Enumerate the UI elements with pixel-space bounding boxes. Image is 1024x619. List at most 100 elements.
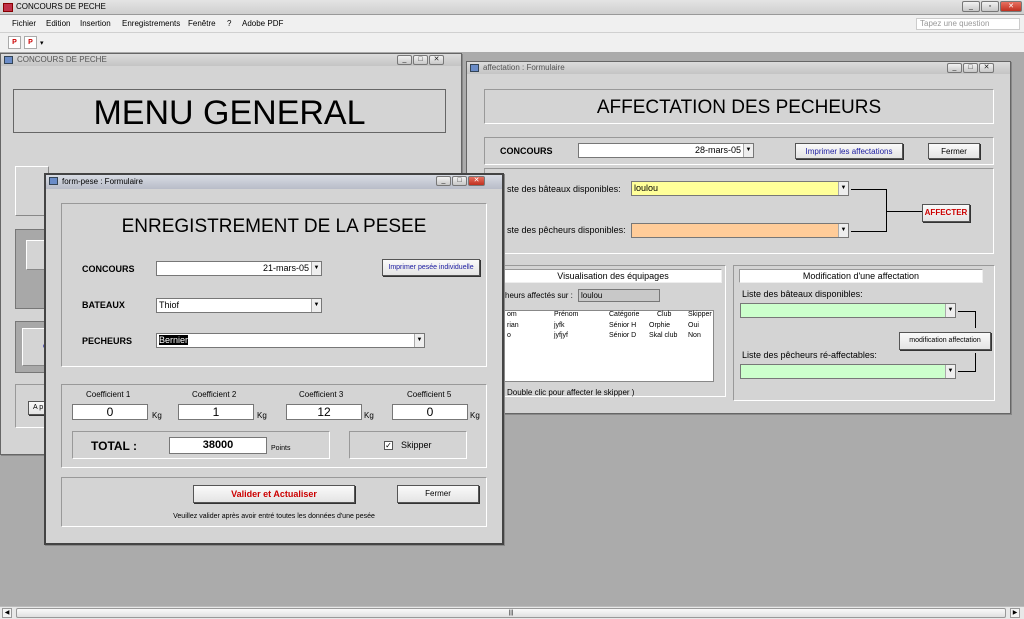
- menu-general-heading-box: MENU GENERAL: [13, 89, 446, 133]
- boats-select[interactable]: loulou ▼: [631, 181, 849, 196]
- app-titlebar: CONCOURS DE PECHE _ ▫ ✕: [0, 0, 1024, 15]
- affectation-selection-box: ste des bâteaux disponibles: loulou ▼ ste…: [484, 168, 994, 254]
- visualisation-title: Visualisation des équipages: [504, 269, 722, 283]
- bateaux-label: BATEAUX: [82, 300, 125, 310]
- affectation-window: affectation : Formulaire _ □ ✕ AFFECTATION…: [466, 61, 1011, 414]
- menu-fichier[interactable]: Fichier: [12, 19, 36, 28]
- close-icon[interactable]: ✕: [429, 55, 444, 65]
- coef-label-5: Coefficient 5: [407, 390, 452, 399]
- column-header[interactable]: Prénom: [554, 311, 579, 318]
- affecter-button[interactable]: AFFECTER: [922, 204, 970, 222]
- coef-input-5[interactable]: 0: [392, 404, 468, 420]
- column-header[interactable]: Skipper: [688, 311, 712, 318]
- fishers-select[interactable]: ▼: [631, 223, 849, 238]
- affectation-heading: AFFECTATION DES PECHEURS: [596, 97, 882, 118]
- horizontal-scrollbar[interactable]: ◀ ||| ▶: [0, 606, 1024, 619]
- connector-line: [958, 311, 976, 312]
- pese-close-button[interactable]: Fermer: [397, 485, 479, 503]
- print-affectations-button[interactable]: Imprimer les affectations: [795, 143, 903, 159]
- maximize-icon[interactable]: □: [413, 55, 428, 65]
- form-icon: [49, 177, 58, 185]
- app-window-controls: _ ▫ ✕: [962, 1, 1022, 12]
- affectation-titlebar: affectation : Formulaire _ □ ✕: [467, 62, 1010, 74]
- app-title: CONCOURS DE PECHE: [16, 2, 106, 11]
- ask-question-input[interactable]: Tapez une question: [916, 18, 1020, 30]
- menu-fenetre[interactable]: Fenêtre: [188, 19, 216, 28]
- affectation-concours-box: CONCOURS 28-mars-05 ▼ Imprimer les affect…: [484, 137, 994, 165]
- affectation-heading-box: AFFECTATION DES PECHEURS: [484, 89, 994, 124]
- pese-actions-box: Valider et Actualiser Fermer Veuillez va…: [61, 477, 487, 527]
- table-row[interactable]: rian jyfk Sénior H Orphie Oui: [502, 322, 713, 332]
- minimize-icon[interactable]: _: [947, 63, 962, 73]
- chevron-down-icon[interactable]: ▼: [311, 299, 321, 312]
- menu-insertion[interactable]: Insertion: [80, 19, 111, 28]
- minimize-icon[interactable]: _: [397, 55, 412, 65]
- pecheurs-select[interactable]: Bernier ▼: [156, 333, 425, 348]
- minimize-icon[interactable]: _: [962, 1, 980, 12]
- chevron-down-icon[interactable]: ▼: [838, 224, 848, 237]
- form-icon: [470, 64, 479, 72]
- modif-fishers-select[interactable]: ▼: [740, 364, 956, 379]
- chevron-down-icon[interactable]: ▼: [311, 262, 321, 275]
- form-icon: [4, 56, 13, 64]
- bateaux-select[interactable]: Thiof ▼: [156, 298, 322, 313]
- connector-line: [975, 311, 976, 328]
- menu-general-heading: MENU GENERAL: [93, 94, 366, 132]
- modif-boats-label: Liste des bâteaux disponibles:: [742, 289, 863, 299]
- menu-help[interactable]: ?: [227, 19, 231, 28]
- concours-date-select[interactable]: 28-mars-05 ▼: [578, 143, 754, 158]
- skipper-label: Skipper: [401, 440, 432, 450]
- scroll-left-icon[interactable]: ◀: [2, 608, 12, 618]
- scroll-thumb[interactable]: |||: [16, 608, 1006, 618]
- maximize-icon[interactable]: □: [963, 63, 978, 73]
- modification-button[interactable]: modification affectation: [899, 332, 991, 350]
- connector-line: [851, 189, 887, 190]
- close-icon[interactable]: ✕: [979, 63, 994, 73]
- unit-kg: Kg: [470, 411, 480, 420]
- menu-adobe-pdf[interactable]: Adobe PDF: [242, 19, 283, 28]
- concours-label: CONCOURS: [82, 264, 135, 274]
- maximize-icon[interactable]: □: [452, 176, 467, 186]
- toolbar: P P ▾: [0, 33, 1024, 53]
- scroll-right-icon[interactable]: ▶: [1010, 608, 1020, 618]
- menu-enregistrements[interactable]: Enregistrements: [122, 19, 180, 28]
- validate-button[interactable]: Valider et Actualiser: [193, 485, 355, 503]
- chevron-down-icon[interactable]: ▼: [945, 365, 955, 378]
- close-icon[interactable]: ✕: [468, 176, 485, 186]
- menu-general-titlebar: CONCOURS DE PECHE _ □ ✕: [1, 54, 461, 66]
- chevron-down-icon[interactable]: ▼: [414, 334, 424, 347]
- coef-input-2[interactable]: 1: [178, 404, 254, 420]
- pdf-email-icon[interactable]: P: [24, 36, 37, 49]
- close-icon[interactable]: ✕: [1000, 1, 1022, 12]
- connector-line: [975, 353, 976, 371]
- skipper-checkbox[interactable]: ✓: [384, 441, 393, 450]
- affectation-close-button[interactable]: Fermer: [928, 143, 980, 159]
- chevron-down-icon[interactable]: ▼: [945, 304, 955, 317]
- coef-label-1: Coefficient 1: [86, 390, 131, 399]
- print-pesee-button[interactable]: Imprimer pesée individuelle: [382, 259, 480, 276]
- column-header[interactable]: om: [507, 311, 517, 318]
- connector-line: [958, 371, 976, 372]
- visualisation-box: Visualisation des équipages cheurs affec…: [500, 265, 726, 397]
- restore-icon[interactable]: ▫: [981, 1, 999, 12]
- pese-heading: ENREGISTREMENT DE LA PESEE: [121, 216, 427, 237]
- concours-date-select[interactable]: 21-mars-05 ▼: [156, 261, 322, 276]
- modif-boats-select[interactable]: ▼: [740, 303, 956, 318]
- pdf-convert-icon[interactable]: P: [8, 36, 21, 49]
- toolbar-options-icon[interactable]: ▾: [40, 39, 44, 47]
- coefficients-box: Coefficient 1 Coefficient 2 Coefficient …: [61, 384, 487, 468]
- table-row[interactable]: o jyfjyf Sénior D Skal club Non: [502, 332, 713, 342]
- coef-input-1[interactable]: 0: [72, 404, 148, 420]
- crew-list[interactable]: om Prénom Catégorie Club Skipper rian jy…: [501, 310, 714, 382]
- chevron-down-icon[interactable]: ▼: [743, 144, 753, 157]
- coef-input-3[interactable]: 12: [286, 404, 362, 420]
- menu-edition[interactable]: Edition: [46, 19, 70, 28]
- minimize-icon[interactable]: _: [436, 176, 451, 186]
- column-header[interactable]: Club: [657, 311, 671, 318]
- chevron-down-icon[interactable]: ▼: [838, 182, 848, 195]
- app-icon: [3, 3, 13, 12]
- total-box: TOTAL : 38000 Points: [72, 431, 330, 459]
- pese-titlebar: form-pese : Formulaire _ □ ✕: [46, 175, 502, 189]
- modification-box: Modification d'une affectation Liste des…: [733, 265, 995, 401]
- column-header[interactable]: Catégorie: [609, 311, 639, 318]
